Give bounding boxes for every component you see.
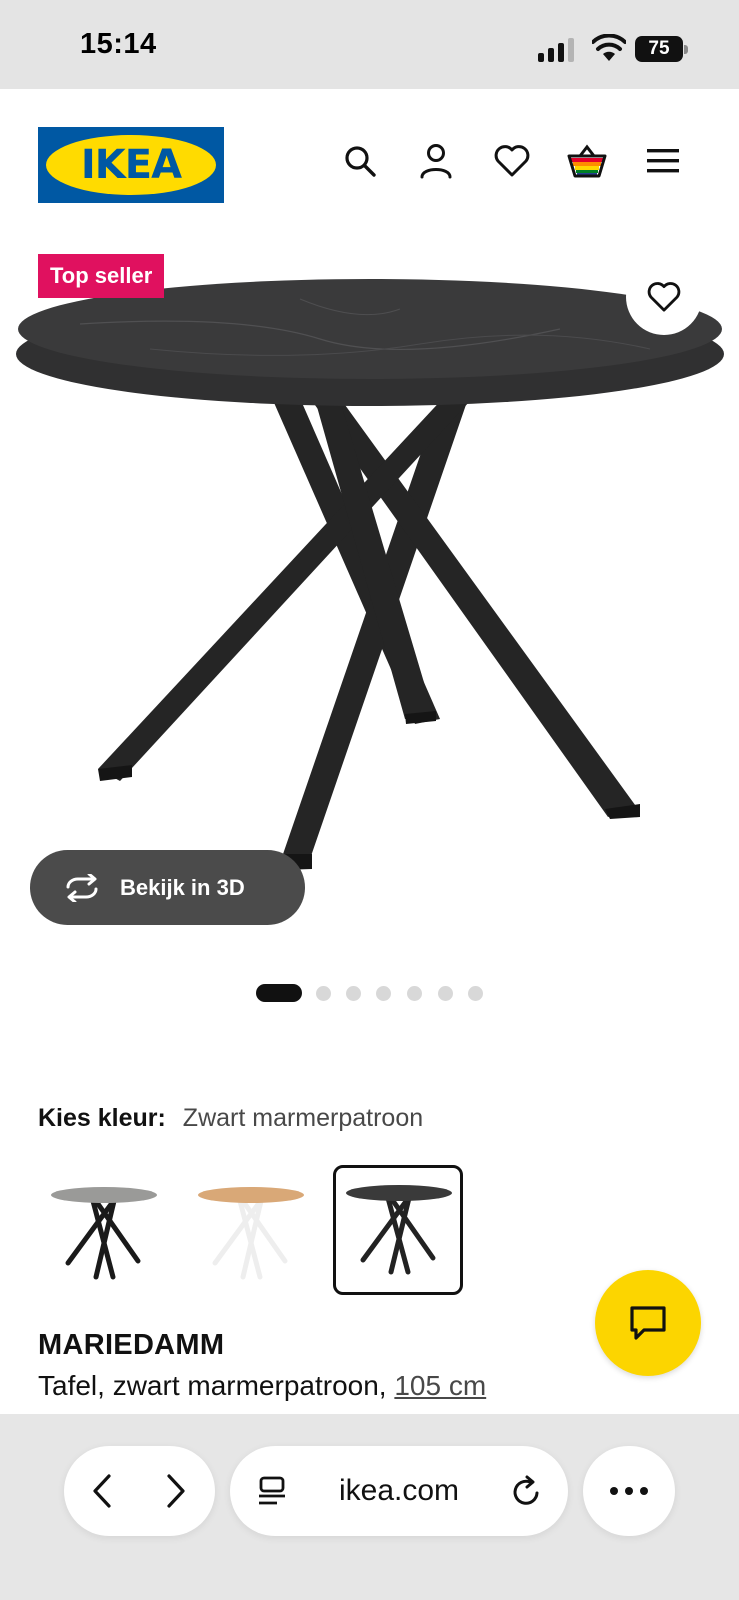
favourite-button[interactable] bbox=[626, 259, 702, 335]
account-icon[interactable] bbox=[416, 141, 456, 181]
logo-text: IKEA bbox=[80, 142, 182, 188]
colour-label: Kies kleur: bbox=[38, 1104, 166, 1132]
product-description: Tafel, zwart marmerpatroon, 105 cm bbox=[38, 1370, 486, 1402]
back-icon[interactable] bbox=[82, 1471, 122, 1511]
chat-icon bbox=[630, 1306, 666, 1340]
product-gallery[interactable]: Top seller Bekijk in 3D bbox=[0, 239, 739, 959]
browser-nav-pill bbox=[64, 1446, 215, 1536]
top-seller-badge: Top seller bbox=[38, 254, 165, 298]
product-description-text: Tafel, zwart marmerpatroon, bbox=[38, 1370, 387, 1401]
colour-swatch-oak-white[interactable] bbox=[185, 1165, 315, 1295]
menu-icon[interactable] bbox=[643, 141, 683, 181]
cart-icon[interactable] bbox=[567, 141, 607, 181]
product-size-link[interactable]: 105 cm bbox=[394, 1370, 486, 1401]
heart-icon bbox=[647, 282, 681, 312]
battery-level: 75 bbox=[648, 38, 670, 59]
browser-toolbar: ikea.com bbox=[0, 1414, 739, 1600]
pager-dot[interactable] bbox=[438, 986, 453, 1001]
reload-icon[interactable] bbox=[506, 1471, 546, 1511]
colour-swatch-grey[interactable] bbox=[38, 1165, 168, 1295]
view-in-3d-label: Bekijk in 3D bbox=[120, 874, 245, 900]
more-options-button[interactable] bbox=[583, 1446, 675, 1536]
site-header: IKEA bbox=[0, 89, 739, 239]
address-bar[interactable]: ikea.com bbox=[230, 1446, 568, 1536]
signal-icon bbox=[538, 38, 574, 62]
product-image[interactable] bbox=[0, 269, 739, 889]
colour-swatch-black-marble[interactable] bbox=[333, 1165, 463, 1295]
more-icon bbox=[610, 1487, 648, 1495]
view-in-3d-button[interactable]: Bekijk in 3D bbox=[30, 850, 305, 925]
colour-value: Zwart marmerpatroon bbox=[182, 1104, 424, 1132]
product-name: MARIEDAMM bbox=[38, 1329, 225, 1361]
rotate-3d-icon bbox=[66, 873, 98, 902]
pager-dot[interactable] bbox=[407, 986, 422, 1001]
ikea-logo[interactable]: IKEA bbox=[38, 127, 224, 203]
forward-icon[interactable] bbox=[156, 1471, 196, 1511]
pager-dot[interactable] bbox=[316, 986, 331, 1001]
colour-selector-label: Kies kleur: Zwart marmerpatroon bbox=[38, 1104, 423, 1133]
status-bar: 15:14 75 bbox=[0, 0, 739, 89]
battery-icon: 75 bbox=[635, 36, 689, 64]
chat-button[interactable] bbox=[595, 1270, 701, 1376]
pager-dot[interactable] bbox=[376, 986, 391, 1001]
pager-dot[interactable] bbox=[346, 986, 361, 1001]
image-pager bbox=[0, 984, 739, 1002]
wifi-icon bbox=[592, 34, 626, 61]
heart-icon[interactable] bbox=[492, 141, 532, 181]
status-time: 15:14 bbox=[80, 28, 157, 60]
pager-dot-active[interactable] bbox=[256, 984, 302, 1002]
search-icon[interactable] bbox=[340, 141, 380, 181]
pager-dot[interactable] bbox=[468, 986, 483, 1001]
